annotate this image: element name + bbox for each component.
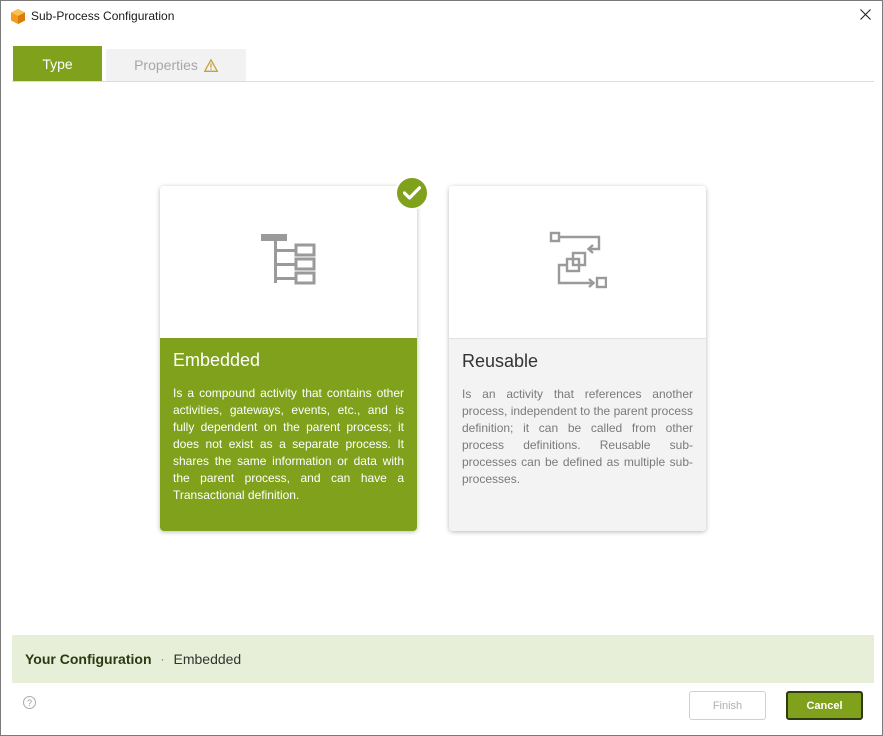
embedded-option-card[interactable]: Embedded Is a compound activity that con… [160, 186, 417, 531]
tab-properties-label: Properties [134, 57, 198, 73]
reusable-card-body: Reusable Is an activity that references … [449, 338, 706, 531]
dialog-window: Sub-Process Configuration Type Propertie… [0, 0, 883, 736]
reusable-card-title: Reusable [462, 351, 539, 371]
app-cube-icon [11, 9, 25, 24]
tab-type[interactable]: Type [13, 46, 102, 81]
tab-type-label: Type [42, 55, 73, 72]
configuration-label: Your Configuration [25, 651, 152, 667]
finish-button-label: Finish [712, 699, 743, 712]
configuration-summary-bar: Your Configuration · Embedded [12, 635, 874, 683]
tab-bar: Type Properties [12, 46, 874, 82]
embedded-card-icon-area [160, 186, 417, 338]
tab-properties[interactable]: Properties [106, 49, 246, 81]
configuration-value: Embedded [173, 651, 242, 667]
finish-button[interactable]: Finish [689, 691, 766, 720]
help-icon-label: ? [26, 697, 32, 708]
close-button[interactable] [848, 1, 882, 31]
warning-icon [203, 58, 218, 72]
hierarchy-tree-icon [260, 232, 317, 293]
window-title: Sub-Process Configuration [31, 9, 175, 23]
reusable-option-card[interactable]: Reusable Is an activity that references … [449, 186, 706, 531]
cancel-button[interactable]: Cancel [786, 691, 863, 720]
close-icon [859, 7, 871, 25]
selected-check-icon [395, 176, 429, 210]
reusable-card-description: Is an activity that references another p… [462, 387, 693, 486]
title-bar: Sub-Process Configuration [1, 1, 882, 33]
embedded-card-description: Is a compound activity that contains oth… [173, 386, 404, 502]
reusable-card-icon-area [449, 186, 706, 338]
help-icon[interactable]: ? [23, 696, 36, 709]
embedded-card-title: Embedded [173, 350, 261, 370]
cancel-button-label: Cancel [806, 699, 843, 712]
embedded-card-body: Embedded Is a compound activity that con… [160, 338, 417, 531]
process-flow-icon [549, 231, 607, 294]
configuration-separator: · [160, 652, 165, 666]
